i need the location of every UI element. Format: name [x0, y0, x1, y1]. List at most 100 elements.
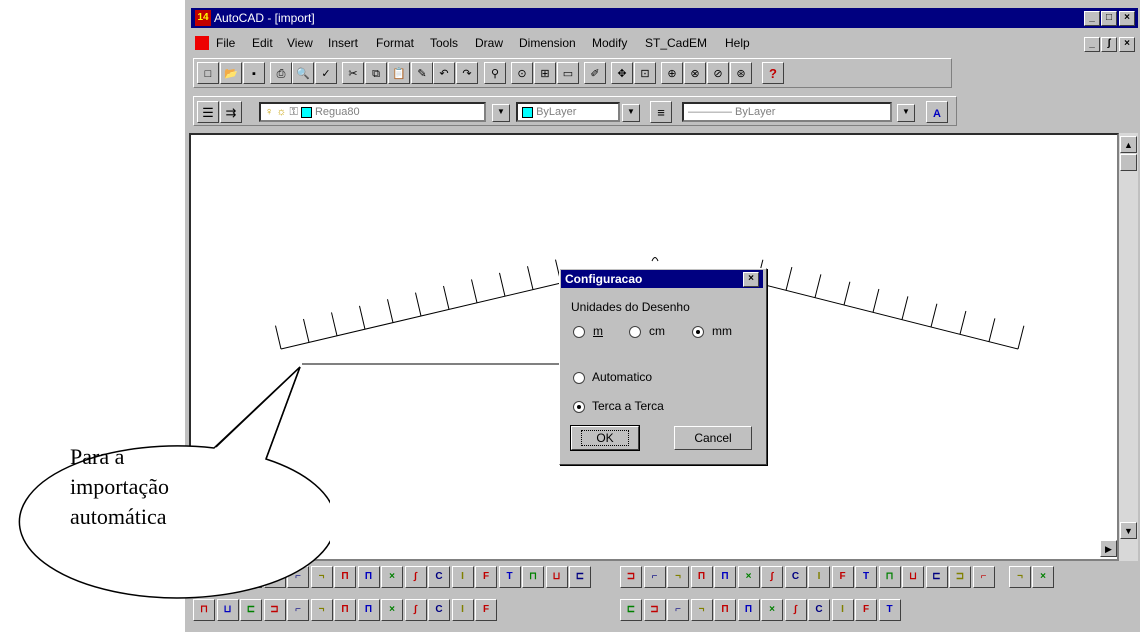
cut-icon[interactable]: ✂ [342, 62, 364, 84]
tool-icon[interactable]: ∫ [404, 566, 427, 588]
layer-manager-icon[interactable]: ☰ [197, 101, 219, 123]
doc-close-button[interactable]: × [1119, 37, 1135, 52]
scroll-up-icon[interactable]: ▲ [1120, 136, 1137, 153]
menu-help[interactable]: Help [725, 36, 750, 50]
radio-unit-m[interactable] [573, 326, 585, 338]
linetype-dropdown[interactable]: ———— ByLayer [682, 102, 892, 122]
zoom-all-icon[interactable]: ⊛ [730, 62, 752, 84]
tool-icon[interactable]: ¬ [1009, 566, 1031, 588]
zoom-realtime-icon[interactable]: ⊕ [661, 62, 683, 84]
tool-icon[interactable]: F [831, 566, 854, 588]
open-icon[interactable]: 📂 [220, 62, 242, 84]
undo-icon[interactable]: ↶ [433, 62, 455, 84]
tool-icon[interactable]: C [808, 599, 830, 621]
tool-icon[interactable]: П [714, 566, 736, 588]
tool-icon[interactable]: I [808, 566, 830, 588]
tool-icon[interactable]: Π [690, 566, 713, 588]
menu-insert[interactable]: Insert [328, 36, 358, 50]
tool-icon[interactable]: ⊐ [949, 566, 971, 588]
menu-edit[interactable]: Edit [252, 36, 273, 50]
color-dropdown-arrow[interactable]: ▼ [622, 104, 640, 122]
vertical-scrollbar[interactable] [1119, 133, 1138, 561]
tool-icon[interactable]: T [878, 599, 901, 621]
properties-icon[interactable]: A [926, 101, 948, 123]
menu-draw[interactable]: Draw [475, 36, 503, 50]
layer-dropdown-arrow[interactable]: ▼ [492, 104, 510, 122]
minimize-button[interactable]: _ [1084, 11, 1100, 26]
help-icon[interactable]: ? [762, 62, 784, 84]
cancel-button[interactable]: Cancel [674, 426, 752, 450]
menu-modify[interactable]: Modify [592, 36, 627, 50]
shape-icon[interactable]: ∫ [404, 599, 427, 621]
shape-icon[interactable]: F [475, 599, 497, 621]
tool-icon[interactable]: Π [334, 566, 356, 588]
tool-icon[interactable]: ⊏ [569, 566, 591, 588]
tool-icon[interactable]: ⊐ [643, 599, 666, 621]
tool-icon[interactable]: C [784, 566, 807, 588]
scroll-down-icon[interactable]: ▼ [1120, 522, 1137, 539]
dialog-close-button[interactable]: × [743, 272, 759, 287]
radio-unit-cm[interactable] [629, 326, 641, 338]
tool-icon[interactable]: ⊔ [545, 566, 568, 588]
tool-icon[interactable]: ∫ [761, 566, 783, 588]
linetype-manager-icon[interactable]: ≡ [650, 101, 672, 123]
paste-icon[interactable]: 📋 [388, 62, 410, 84]
tool-icon[interactable]: Π [714, 599, 736, 621]
tool-icon[interactable]: ⊔ [902, 566, 924, 588]
pan-icon[interactable]: ✥ [611, 62, 633, 84]
zoom-window-icon[interactable]: ⊗ [684, 62, 706, 84]
tool-icon[interactable]: ⊓ [522, 566, 544, 588]
tool-icon[interactable]: × [381, 566, 403, 588]
spell-icon[interactable]: ✓ [315, 62, 337, 84]
shape-icon[interactable]: Π [334, 599, 356, 621]
title-bar[interactable] [191, 8, 1138, 28]
scroll-thumb[interactable] [1120, 154, 1137, 171]
insert-icon[interactable]: ▭ [557, 62, 579, 84]
tool-icon[interactable]: ⊏ [925, 566, 948, 588]
menu-file[interactable]: File [216, 36, 235, 50]
shape-icon[interactable]: × [381, 599, 403, 621]
menu-view[interactable]: View [287, 36, 313, 50]
menu-st-cadem[interactable]: ST_CadEM [645, 36, 707, 50]
tool-icon[interactable]: П [737, 599, 760, 621]
linetype-dropdown-arrow[interactable]: ▼ [897, 104, 915, 122]
pencil-icon[interactable]: ✐ [584, 62, 606, 84]
shape-icon[interactable]: П [357, 599, 380, 621]
dialog-title-bar[interactable]: Configuracao [561, 270, 763, 288]
new-icon[interactable]: □ [197, 62, 219, 84]
save-icon[interactable]: ▪ [243, 62, 265, 84]
aerial-icon[interactable]: ⊡ [634, 62, 656, 84]
copy-icon[interactable]: ⧉ [365, 62, 387, 84]
menu-dimension[interactable]: Dimension [519, 36, 576, 50]
web-icon[interactable]: ⚲ [484, 62, 506, 84]
tool-icon[interactable]: ⌐ [667, 599, 689, 621]
menu-format[interactable]: Format [376, 36, 414, 50]
tool-icon[interactable]: ⊓ [878, 566, 901, 588]
tool-icon[interactable]: C [428, 566, 450, 588]
doc-minimize-button[interactable]: _ [1084, 37, 1100, 52]
autocad-app-icon[interactable]: 14 [195, 10, 211, 26]
tool-icon[interactable]: ⊏ [620, 599, 642, 621]
tool-icon[interactable]: T [855, 566, 877, 588]
radio-terca-a-terca[interactable] [573, 401, 585, 413]
tool-icon[interactable]: T [498, 566, 521, 588]
scroll-right-icon[interactable]: ▶ [1100, 540, 1117, 557]
tool-icon[interactable]: ⌐ [643, 566, 666, 588]
layer-dropdown[interactable]: ♀ ☼ ⚿ Regua80 [259, 102, 486, 122]
tool-icon[interactable]: × [1032, 566, 1054, 588]
maximize-button[interactable]: □ [1101, 11, 1117, 26]
link-icon[interactable]: ⊞ [534, 62, 556, 84]
make-layer-current-icon[interactable]: ⇉ [220, 101, 242, 123]
radio-unit-mm[interactable] [692, 326, 704, 338]
tool-icon[interactable]: ⊐ [620, 566, 642, 588]
tool-icon[interactable]: ¬ [690, 599, 713, 621]
tool-icon[interactable]: ¬ [667, 566, 689, 588]
tool-icon[interactable]: П [357, 566, 380, 588]
color-dropdown[interactable]: ByLayer [516, 102, 620, 122]
redo-icon[interactable]: ↷ [456, 62, 478, 84]
doc-restore-button[interactable]: ʃ [1101, 37, 1117, 52]
preview-icon[interactable]: 🔍 [292, 62, 314, 84]
shape-icon[interactable]: I [451, 599, 474, 621]
shape-icon[interactable]: C [428, 599, 450, 621]
tool-icon[interactable]: ⌐ [972, 566, 995, 588]
